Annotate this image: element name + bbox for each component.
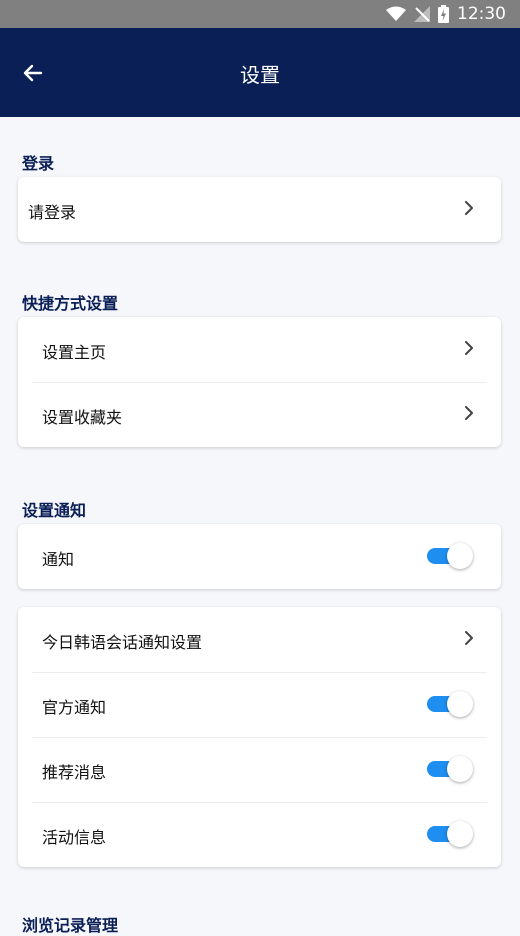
official-notification-label: 官方通知	[42, 698, 107, 717]
status-icons: 12:30	[386, 0, 506, 28]
chevron-right-icon	[465, 406, 473, 420]
section-title-history: 浏览记录管理	[22, 916, 119, 935]
wifi-icon	[386, 6, 406, 21]
recommended-messages-row: 推荐消息	[18, 737, 501, 802]
toggle-knob	[447, 821, 473, 847]
official-notification-toggle[interactable]	[427, 691, 473, 717]
section-title-login: 登录	[22, 154, 55, 173]
chevron-right-icon	[465, 201, 473, 215]
activity-info-row: 活动信息	[18, 802, 501, 867]
section-title-shortcut: 快捷方式设置	[22, 294, 119, 313]
set-homepage-label: 设置主页	[42, 343, 107, 362]
notification-settings-card: 今日韩语会话通知设置 官方通知 推荐消息 活动信息	[18, 607, 501, 867]
set-homepage-row[interactable]: 设置主页	[18, 317, 501, 382]
recommended-messages-toggle[interactable]	[427, 756, 473, 782]
daily-korean-notification-row[interactable]: 今日韩语会话通知设置	[18, 607, 501, 672]
app-bar: 设置	[0, 28, 520, 117]
toggle-knob	[447, 691, 473, 717]
no-signal-icon	[414, 6, 430, 22]
activity-info-toggle[interactable]	[427, 821, 473, 847]
chevron-right-icon	[465, 341, 473, 355]
login-row[interactable]: 请登录	[18, 177, 501, 242]
set-favorites-label: 设置收藏夹	[42, 408, 123, 427]
login-card: 请登录	[18, 177, 501, 242]
section-title-notifications: 设置通知	[22, 501, 87, 520]
toggle-knob	[447, 543, 473, 569]
shortcut-card: 设置主页 设置收藏夹	[18, 317, 501, 447]
notification-label: 通知	[42, 550, 75, 569]
activity-info-label: 活动信息	[42, 828, 107, 847]
page-title: 设置	[240, 63, 280, 87]
recommended-messages-label: 推荐消息	[42, 763, 107, 782]
toggle-knob	[447, 756, 473, 782]
chevron-right-icon	[465, 631, 473, 645]
notification-row: 通知	[18, 524, 501, 589]
battery-charging-icon	[438, 5, 449, 23]
set-favorites-row[interactable]: 设置收藏夹	[18, 382, 501, 447]
notification-master-card: 通知	[18, 524, 501, 589]
notification-toggle[interactable]	[427, 543, 473, 569]
login-label: 请登录	[28, 203, 77, 222]
daily-korean-notification-label: 今日韩语会话通知设置	[42, 633, 203, 652]
official-notification-row: 官方通知	[18, 672, 501, 737]
status-bar: 12:30	[0, 0, 520, 28]
status-time: 12:30	[457, 4, 506, 24]
